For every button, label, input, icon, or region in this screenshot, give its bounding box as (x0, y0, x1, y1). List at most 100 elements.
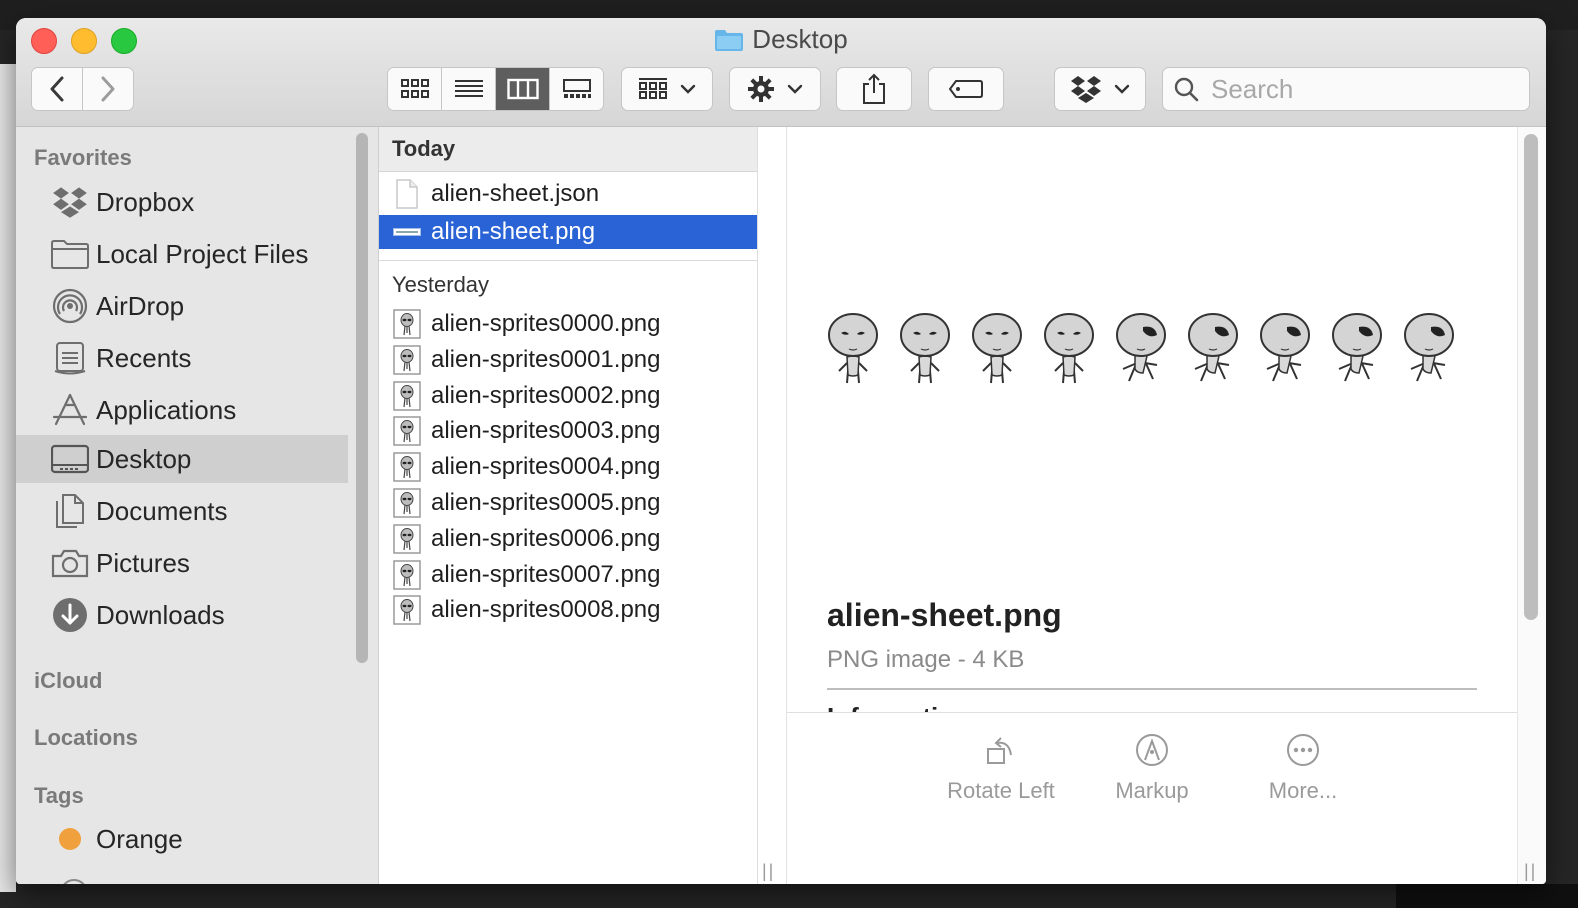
file-row-selected[interactable]: alien-sheet.png (379, 215, 757, 249)
dropbox-button[interactable] (1054, 67, 1146, 111)
share-icon (863, 73, 885, 104)
sprite-sheet-preview (827, 313, 1457, 392)
file-name: alien-sprites0004.png (431, 453, 661, 481)
file-row[interactable]: alien-sprites0007.png (379, 558, 757, 592)
group-header-yesterday: Yesterday (379, 263, 757, 307)
more-button[interactable]: More... (1233, 733, 1373, 804)
column-resize-handle[interactable]: || (762, 861, 775, 882)
sidebar-section-icloud: iCloud (34, 668, 103, 693)
file-name: alien-sprites0006.png (431, 524, 661, 552)
preview-kind: PNG image - 4 KB (827, 646, 1025, 673)
gallery-view-button[interactable] (550, 68, 603, 110)
folder-icon (50, 239, 90, 269)
preview-pane: alien-sheet.png PNG image - 4 KB Informa… (787, 127, 1517, 884)
back-button[interactable] (32, 68, 83, 110)
file-name: alien-sheet.json (431, 180, 600, 207)
sidebar-item-dropbox[interactable]: Dropbox (16, 178, 348, 226)
file-name: alien-sprites0008.png (431, 596, 661, 624)
column-gap: || (758, 127, 787, 884)
applications-icon (50, 393, 90, 427)
file-name: alien-sprites0001.png (431, 345, 661, 373)
file-row[interactable]: alien-sheet.json (379, 177, 757, 211)
markup-button[interactable]: Markup (1082, 733, 1222, 804)
sidebar-item-label: Local Project Files (96, 238, 309, 269)
sidebar-item-pictures[interactable]: Pictures (16, 539, 348, 587)
image-thumbnail-icon (393, 595, 421, 626)
file-row[interactable]: alien-sprites0004.png (379, 450, 757, 484)
sidebar-item-label: Dropbox (96, 186, 195, 217)
column-view-icon (506, 78, 539, 100)
sidebar-scrollbar[interactable] (356, 133, 368, 663)
list-view-icon (454, 80, 483, 97)
window-title-text: Desktop (752, 24, 848, 54)
icon-view-button[interactable] (388, 68, 442, 110)
file-row[interactable]: alien-sprites0001.png (379, 343, 757, 377)
image-thumbnail-icon (393, 488, 421, 518)
desktop-background-corner (1396, 884, 1578, 908)
gear-icon (748, 76, 774, 102)
sidebar-item-local-project-files[interactable]: Local Project Files (16, 230, 348, 278)
sidebar-item-applications[interactable]: Applications (16, 386, 348, 434)
edit-tags-button[interactable] (928, 67, 1004, 111)
column-resize-handle[interactable]: || (1524, 861, 1537, 882)
alien-sprite-frame (1187, 313, 1241, 392)
image-thumbnail-icon (393, 345, 421, 375)
file-row[interactable]: alien-sprites0008.png (379, 593, 757, 627)
file-name: alien-sprites0007.png (431, 560, 661, 588)
preview-divider (827, 688, 1477, 690)
share-button[interactable] (836, 67, 912, 111)
alien-sprite-frame (1115, 313, 1169, 392)
window-title: Desktop (16, 24, 1546, 59)
image-thumbnail-icon (393, 452, 421, 482)
image-thumbnail-icon (393, 416, 421, 447)
sidebar-item-downloads[interactable]: Downloads (16, 591, 348, 639)
chevron-down-icon (680, 84, 696, 94)
file-name: alien-sprites0005.png (431, 489, 661, 516)
file-row[interactable]: alien-sprites0002.png (379, 379, 757, 413)
sidebar-section-favorites: Favorites (34, 145, 132, 170)
sidebar-item-documents[interactable]: Documents (16, 487, 348, 535)
sidebar-tag-orange[interactable]: Orange (16, 815, 348, 863)
sidebar: Favorites Dropbox Local Project Files Ai… (16, 127, 379, 884)
toolbar: Desktop (16, 18, 1546, 127)
group-by-button[interactable] (621, 67, 713, 111)
search-icon (1174, 77, 1199, 102)
sidebar-item-label: Orange (96, 823, 183, 854)
file-name: alien-sprites0002.png (431, 381, 661, 409)
sidebar-item-recents[interactable]: Recents (16, 334, 348, 382)
tag-color-dot (60, 879, 88, 884)
list-view-button[interactable] (442, 68, 496, 110)
quick-actions-bar: Rotate Left Markup More... (787, 712, 1517, 884)
group-label: Yesterday (392, 272, 490, 297)
image-thumbnail-icon (393, 524, 421, 554)
action-label: Rotate Left (947, 778, 1055, 803)
file-name: alien-sprites0000.png (431, 310, 661, 337)
alien-sprite-frame (899, 313, 953, 392)
image-thumbnail-icon (393, 559, 421, 590)
document-icon (393, 179, 421, 209)
forward-button[interactable] (83, 68, 133, 110)
tag-icon (948, 80, 983, 98)
column-view-button[interactable] (496, 68, 550, 110)
file-row[interactable]: alien-sprites0006.png (379, 522, 757, 556)
preview-scrollbar[interactable] (1524, 134, 1538, 620)
sidebar-item-label: Downloads (96, 599, 225, 630)
file-row[interactable]: alien-sprites0005.png (379, 486, 757, 520)
file-row[interactable]: alien-sprites0003.png (379, 414, 757, 448)
alien-sprite-frame (1331, 313, 1385, 392)
alien-sprite-frame (1259, 313, 1313, 392)
alien-sprite-frame (827, 313, 881, 392)
file-row[interactable]: alien-sprites0000.png (379, 307, 757, 341)
dropbox-icon (50, 186, 90, 218)
sidebar-item-label: AirDrop (96, 290, 185, 321)
file-name: alien-sheet.png (431, 218, 596, 245)
search-input[interactable] (1209, 72, 1513, 106)
sidebar-item-airdrop[interactable]: AirDrop (16, 282, 348, 330)
search-field[interactable] (1162, 67, 1530, 111)
tag-color-dot (50, 826, 90, 852)
sidebar-item-desktop[interactable]: Desktop (16, 435, 348, 483)
chevron-down-icon (787, 84, 803, 94)
rotate-left-button[interactable]: Rotate Left (931, 733, 1071, 804)
recents-icon (50, 341, 90, 375)
action-menu-button[interactable] (729, 67, 821, 111)
